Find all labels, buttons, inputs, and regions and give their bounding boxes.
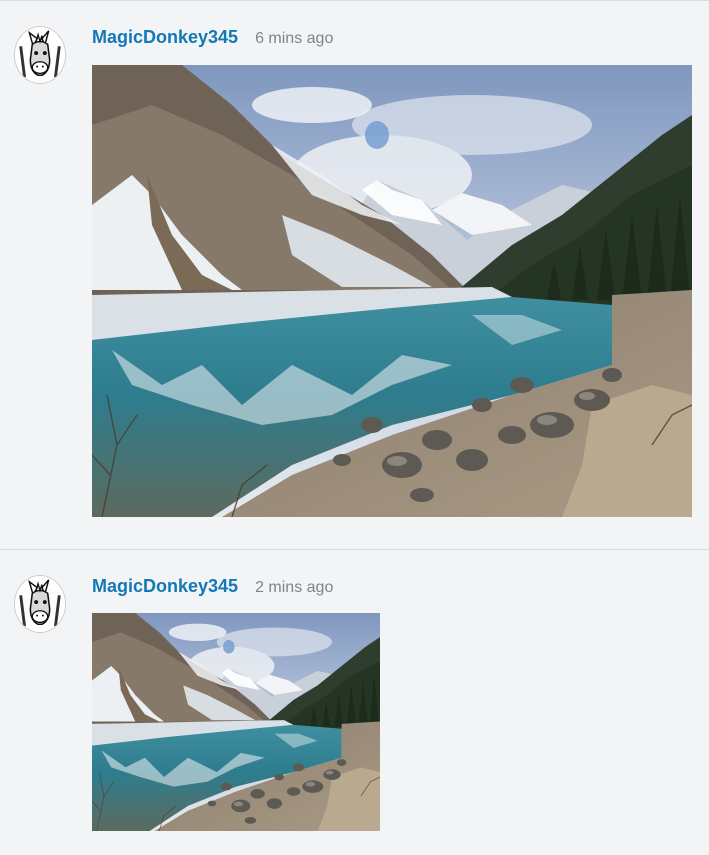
mountain-lake-photo: [92, 65, 692, 517]
feed-post: MagicDonkey345 6 mins ago: [0, 0, 709, 549]
avatar-image: [15, 27, 65, 83]
post-header: MagicDonkey345 2 mins ago: [92, 576, 333, 598]
username-link[interactable]: MagicDonkey345: [92, 27, 238, 48]
donkey-avatar-icon[interactable]: [14, 26, 66, 84]
username-link[interactable]: MagicDonkey345: [92, 576, 238, 597]
mountain-lake-photo: [92, 613, 380, 831]
post-photo[interactable]: [92, 65, 692, 517]
activity-feed: MagicDonkey345 6 mins ago MagicDonkey345…: [0, 0, 709, 855]
feed-post: MagicDonkey345 2 mins ago: [0, 549, 709, 855]
post-header: MagicDonkey345 6 mins ago: [92, 27, 333, 49]
donkey-avatar-icon[interactable]: [14, 575, 66, 633]
avatar-image: [15, 576, 65, 632]
post-timestamp: 2 mins ago: [255, 579, 334, 596]
post-timestamp: 6 mins ago: [255, 30, 334, 47]
post-photo[interactable]: [92, 613, 380, 831]
